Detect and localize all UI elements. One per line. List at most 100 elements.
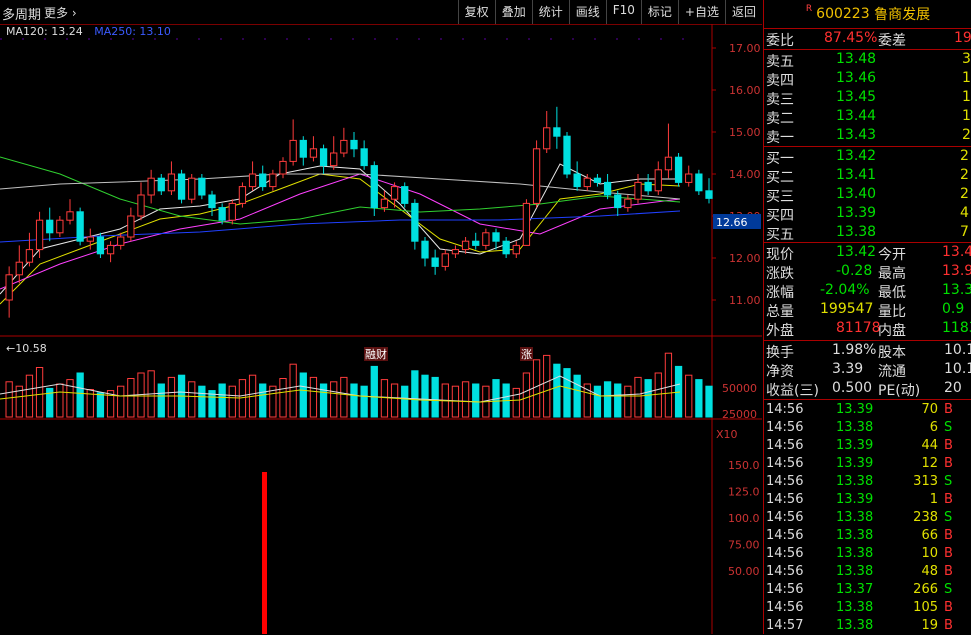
volume-bar bbox=[553, 363, 561, 418]
candle-body bbox=[147, 177, 155, 196]
candle-body bbox=[5, 274, 13, 301]
volume-tick-label: 25000 bbox=[722, 408, 757, 421]
candle-body bbox=[15, 261, 23, 276]
trade-volume: 6 bbox=[929, 420, 938, 435]
bid-price: 13.39 bbox=[836, 205, 877, 221]
event-tag-label: 融财 bbox=[365, 347, 387, 361]
ask-volume: 1 bbox=[962, 108, 971, 124]
more-button[interactable]: 更多 › bbox=[44, 4, 77, 21]
volume-bar bbox=[634, 376, 642, 418]
toolbar-button-3[interactable]: 画线 bbox=[568, 0, 606, 24]
price-tick-label: 17.00 bbox=[729, 42, 761, 55]
candle-body bbox=[573, 173, 581, 188]
candle-body bbox=[370, 165, 378, 209]
candle-body bbox=[695, 173, 703, 192]
quote-label-2: 量比 bbox=[878, 304, 906, 320]
trade-side: B bbox=[944, 492, 953, 507]
candle-body bbox=[644, 181, 652, 192]
kline-chart[interactable]: 17.0016.0015.0014.0013.0012.0011.0012.66… bbox=[0, 24, 762, 634]
quote-row: 总量 199547 量比 0.9 bbox=[764, 301, 971, 320]
volume-bar bbox=[705, 385, 713, 418]
trade-volume: 313 bbox=[913, 474, 938, 489]
volume-bar bbox=[593, 385, 602, 418]
volume-bar bbox=[603, 381, 612, 418]
trade-volume: 12 bbox=[921, 456, 938, 471]
volume-bar bbox=[614, 383, 622, 418]
toolbar-button-7[interactable]: 返回 bbox=[724, 0, 762, 24]
chart-toolbar: 多周期 更多 › 复权 叠加 统计 画线 F10 标记 +自选 返回 bbox=[0, 0, 762, 25]
candle-body bbox=[259, 173, 267, 188]
toolbar-button-4[interactable]: F10 bbox=[605, 0, 641, 24]
quote-label-2: 最高 bbox=[878, 266, 906, 282]
ask-label: 卖一 bbox=[766, 130, 794, 146]
price-tick-label: 11.00 bbox=[729, 294, 761, 307]
trade-row: 14:56 13.38 313 S bbox=[764, 473, 971, 491]
committee-ratio-value: 87.45% bbox=[824, 30, 878, 46]
toolbar-button-1[interactable]: 叠加 bbox=[494, 0, 532, 24]
candle-body bbox=[492, 232, 500, 242]
toolbar-button-2[interactable]: 统计 bbox=[531, 0, 569, 24]
bid-volume: 2 bbox=[960, 167, 969, 183]
candle-body bbox=[401, 186, 409, 204]
volume-bar bbox=[96, 392, 105, 418]
candle-body bbox=[664, 156, 673, 171]
candle-body bbox=[76, 211, 84, 242]
candle-body bbox=[228, 202, 236, 221]
toolbar-button-6[interactable]: +自选 bbox=[677, 0, 725, 24]
candle-body bbox=[279, 160, 287, 175]
candle-body bbox=[522, 202, 531, 246]
panel-separator bbox=[764, 49, 971, 50]
trade-time: 14:57 bbox=[766, 618, 804, 633]
volume-bar bbox=[644, 379, 652, 418]
trade-volume: 10 bbox=[921, 546, 938, 561]
stock-header: R 600223 鲁商发展 bbox=[764, 0, 971, 29]
ask-row: 卖三 13.45 1 bbox=[764, 89, 971, 108]
trade-time: 14:56 bbox=[766, 402, 804, 417]
ask-price: 13.48 bbox=[836, 51, 877, 67]
trade-price: 13.39 bbox=[836, 492, 874, 507]
price-tick-label: 12.00 bbox=[729, 252, 761, 265]
ask-row: 卖一 13.43 2 bbox=[764, 127, 971, 146]
toolbar-button-0[interactable]: 复权 bbox=[457, 0, 495, 24]
volume-bar bbox=[543, 354, 551, 418]
candle-body bbox=[56, 219, 64, 234]
candle-body bbox=[431, 257, 439, 267]
bid-label: 买四 bbox=[766, 208, 794, 224]
volume-bar bbox=[573, 374, 581, 418]
ask-volume: 3 bbox=[962, 51, 971, 67]
candle-body bbox=[177, 173, 186, 200]
bid-label: 买三 bbox=[766, 189, 794, 205]
volume-bar bbox=[390, 383, 399, 418]
trade-side: B bbox=[944, 564, 953, 579]
ask-row: 卖二 13.44 1 bbox=[764, 108, 971, 127]
volume-unit-label: X10 bbox=[716, 428, 738, 441]
trade-volume: 266 bbox=[913, 582, 938, 597]
trade-side: S bbox=[944, 510, 953, 525]
stat-value-2: 20 bbox=[944, 380, 962, 396]
bid-price: 13.38 bbox=[836, 224, 877, 240]
volume-bar bbox=[157, 383, 165, 418]
trade-volume: 44 bbox=[921, 438, 938, 453]
candle-body bbox=[330, 152, 338, 167]
volume-bar bbox=[56, 383, 64, 418]
chevron-right-icon: › bbox=[71, 6, 77, 20]
trade-volume: 1 bbox=[929, 492, 938, 507]
volume-bar bbox=[228, 385, 236, 418]
trade-row: 14:56 13.39 12 B bbox=[764, 455, 971, 473]
candle-body bbox=[614, 194, 622, 209]
candle-body bbox=[309, 148, 318, 158]
trade-side: B bbox=[944, 618, 953, 633]
candle-body bbox=[543, 127, 551, 150]
multi-period-button[interactable]: 多周期 bbox=[2, 4, 41, 23]
trade-side: B bbox=[944, 546, 953, 561]
ask-volume: 1 bbox=[962, 70, 971, 86]
volume-bar bbox=[127, 378, 135, 418]
candle-body bbox=[441, 253, 449, 267]
toolbar-button-5[interactable]: 标记 bbox=[640, 0, 678, 24]
current-price-label: 12.66 bbox=[716, 216, 748, 229]
trade-price: 13.38 bbox=[836, 564, 874, 579]
event-tag-label: 涨 bbox=[521, 348, 532, 361]
quote-value: -0.28 bbox=[836, 263, 873, 279]
bid-label: 买一 bbox=[766, 151, 794, 167]
trade-row: 14:56 13.38 66 B bbox=[764, 527, 971, 545]
